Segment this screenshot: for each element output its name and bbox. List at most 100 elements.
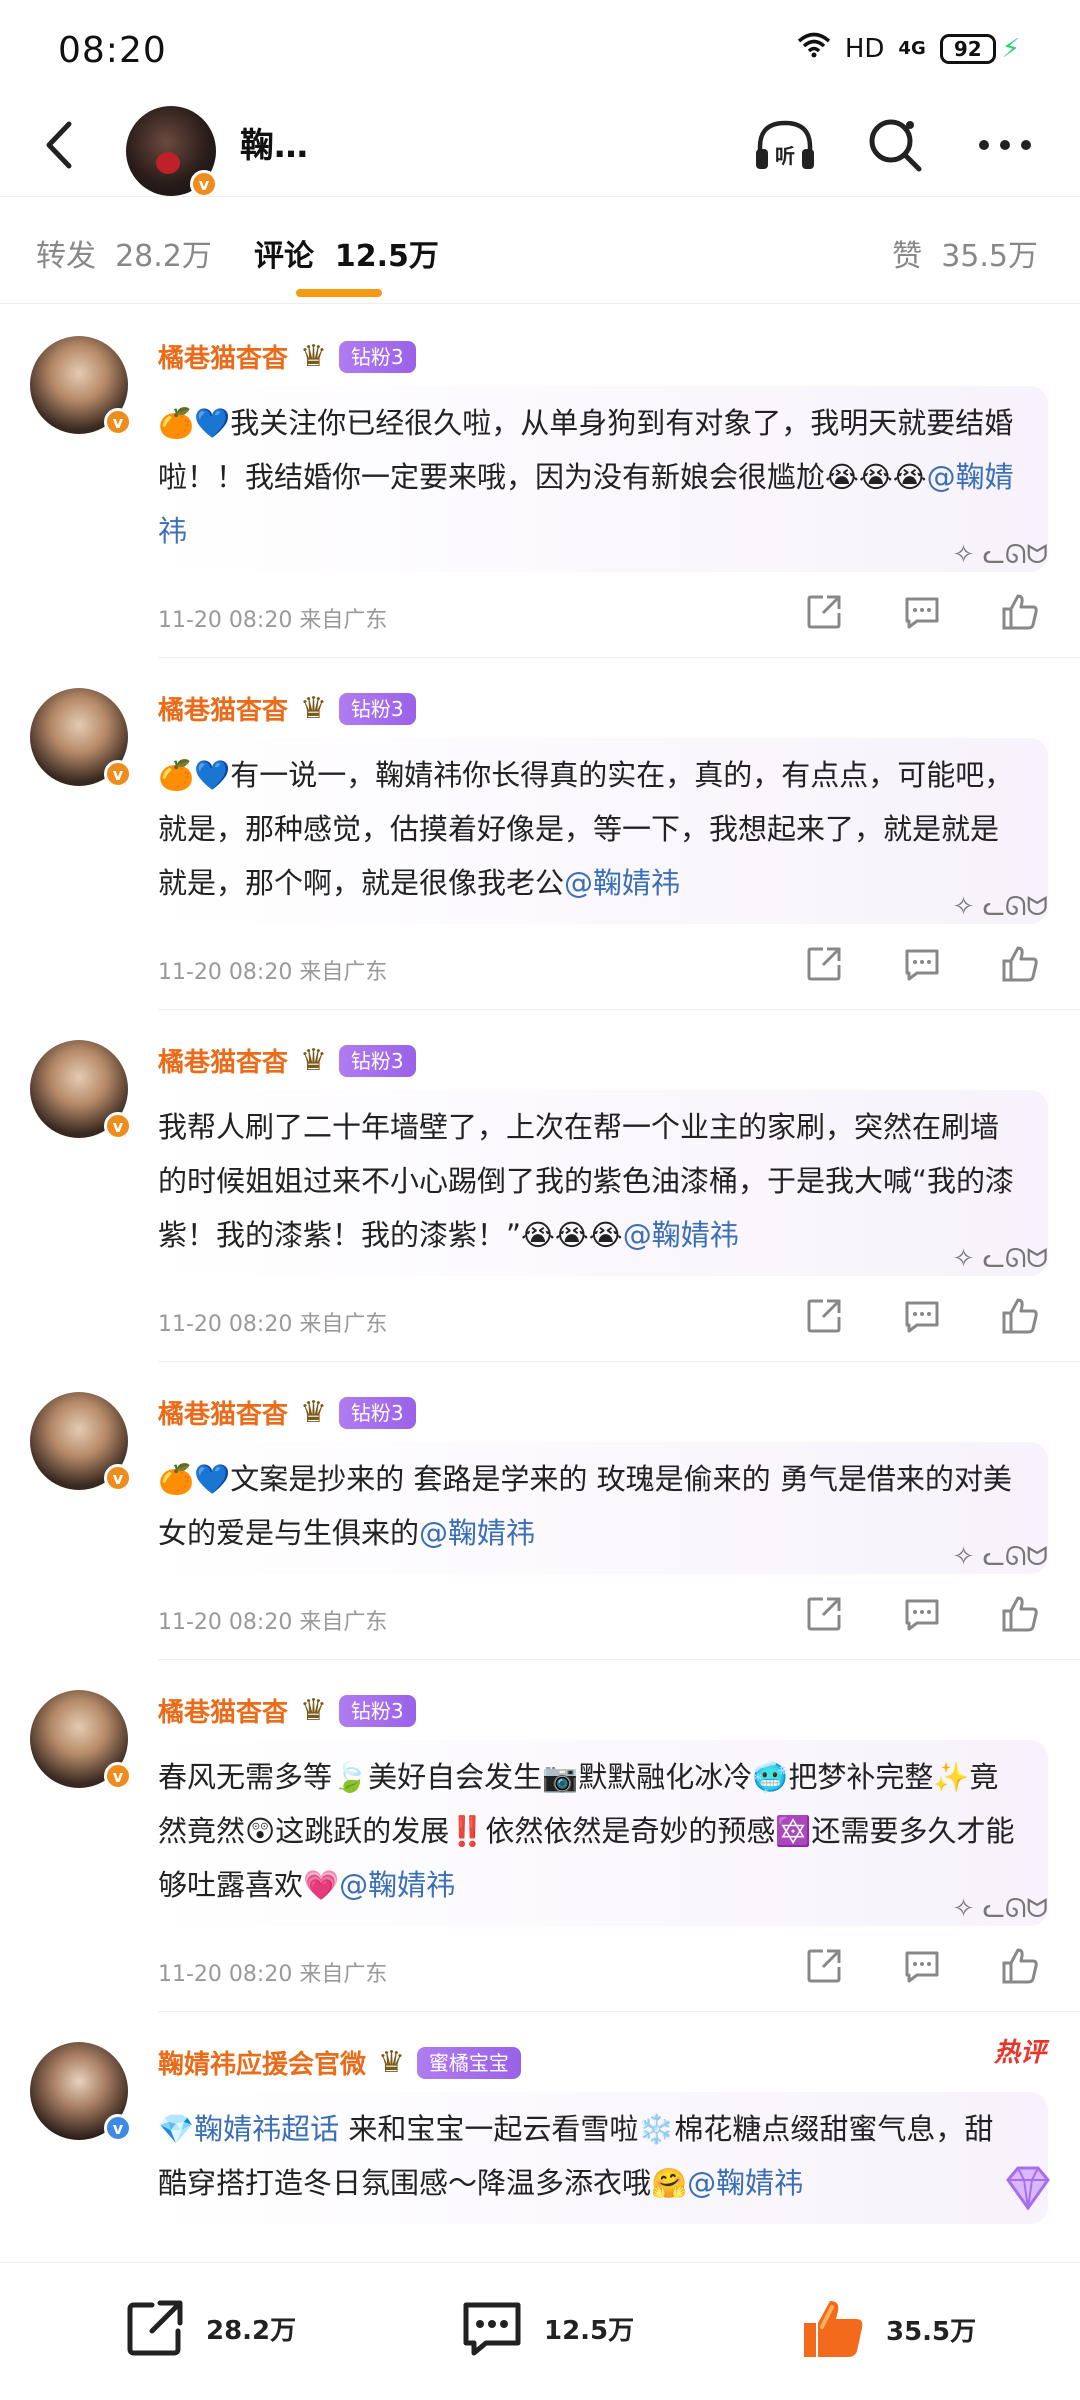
- comment-icon: [463, 2302, 521, 2356]
- user-avatar[interactable]: v: [30, 336, 132, 436]
- fan-badge[interactable]: 钻粉3: [338, 1694, 416, 1727]
- username[interactable]: 橘巷猫杳杳: [158, 338, 288, 375]
- crown-icon: ♛: [300, 691, 327, 726]
- comment-actions: [804, 944, 1040, 984]
- author-name[interactable]: 鞠…: [240, 118, 308, 167]
- comment-icon: [905, 1951, 939, 1983]
- like-button[interactable]: [1000, 592, 1040, 632]
- comment-text: 🍊💙有一说一，鞠婧祎你长得真的实在，真的，有点点，可能吧，就是，那种感觉，估摸着…: [148, 738, 1048, 924]
- author-avatar[interactable]: v: [126, 106, 218, 198]
- like-button[interactable]: [1000, 1946, 1040, 1986]
- repost-action[interactable]: 28.2万: [124, 2297, 296, 2359]
- fan-badge[interactable]: 钻粉3: [338, 692, 416, 725]
- reply-button[interactable]: [902, 1296, 942, 1336]
- diamond-gift-icon: [1006, 2166, 1050, 2211]
- comment-count: 12.5万: [544, 2315, 635, 2346]
- tab-likes[interactable]: 赞 35.5万: [892, 231, 1038, 275]
- share-icon: [807, 947, 841, 981]
- share-button[interactable]: [804, 1594, 844, 1634]
- fan-badge[interactable]: 钻粉3: [338, 1396, 416, 1429]
- mention-link[interactable]: @鞠婧祎: [623, 1218, 739, 1252]
- comment-item: v 橘巷猫杳杳 ♛ 钻粉3 🍊💙有一说一，鞠婧祎你长得真的实在，真的，有点点，可…: [0, 658, 1080, 1010]
- crown-icon: ♛: [300, 1693, 327, 1728]
- like-button[interactable]: [1000, 944, 1040, 984]
- user-avatar[interactable]: v: [30, 688, 132, 788]
- fan-badge[interactable]: 钻粉3: [338, 1044, 416, 1077]
- share-button[interactable]: [804, 1296, 844, 1336]
- user-avatar[interactable]: v: [30, 1392, 132, 1492]
- crown-icon: ♛: [300, 339, 327, 374]
- header: v 鞠… 听: [0, 100, 1080, 198]
- comment-content: 🍊💙文案是抄来的 套路是学来的 玫瑰是偷来的 勇气是借来的对美女的爱是与生俱来的: [158, 1462, 1012, 1550]
- more-icon: [979, 140, 1031, 150]
- verified-icon: v: [104, 2114, 132, 2142]
- thumbs-up-icon: [1002, 1298, 1038, 1334]
- charging-icon: ⚡: [1001, 33, 1020, 64]
- network-label: HD: [844, 33, 885, 64]
- mention-link[interactable]: @鞠婧祎: [687, 2166, 803, 2200]
- comment-header: 橘巷猫杳杳 ♛ 钻粉3: [158, 690, 416, 727]
- reply-button[interactable]: [902, 1946, 942, 1986]
- like-button[interactable]: [1000, 1296, 1040, 1336]
- comment-icon: [905, 597, 939, 629]
- user-avatar[interactable]: v: [30, 2042, 132, 2142]
- share-button[interactable]: [804, 592, 844, 632]
- comment-meta: 11-20 08:20 来自广东: [158, 960, 388, 985]
- bottom-action-bar: 28.2万 12.5万 35.5万: [0, 2262, 1080, 2400]
- comment-actions: [804, 1594, 1040, 1634]
- fan-badge[interactable]: 钻粉3: [338, 340, 416, 373]
- fan-badge[interactable]: 蜜橘宝宝: [416, 2046, 521, 2079]
- reply-button[interactable]: [902, 1594, 942, 1634]
- tab-comments-label: 评论: [254, 239, 314, 274]
- header-actions: 听: [750, 110, 1040, 180]
- reply-button[interactable]: [902, 944, 942, 984]
- comment-text: 我帮人刷了二十年墙壁了，上次在帮一个业主的家刷，突然在刷墙的时候姐姐过来不小心踢…: [148, 1090, 1048, 1276]
- reply-button[interactable]: [902, 592, 942, 632]
- share-button[interactable]: [804, 944, 844, 984]
- like-button[interactable]: [1000, 1594, 1040, 1634]
- hot-comment-item: v 鞠婧祎应援会官微 ♛ 蜜橘宝宝 热评 💎鞠婧祎超话 来和宝宝一起云看雪啦❄️…: [0, 2012, 1080, 2262]
- topic-link[interactable]: 💎鞠婧祎超话: [158, 2112, 339, 2146]
- tab-likes-label: 赞: [892, 239, 923, 274]
- share-button[interactable]: [804, 1946, 844, 1986]
- search-button[interactable]: [860, 110, 930, 180]
- username[interactable]: 鞠婧祎应援会官微: [158, 2044, 366, 2081]
- comment-action[interactable]: 12.5万: [460, 2297, 634, 2359]
- search-icon: [869, 119, 922, 172]
- username[interactable]: 橘巷猫杳杳: [158, 1692, 288, 1729]
- verified-icon: v: [104, 408, 132, 436]
- comment-content: 我帮人刷了二十年墙壁了，上次在帮一个业主的家刷，突然在刷墙的时候姐姐过来不小心踢…: [158, 1110, 1015, 1252]
- comment-item: v 橘巷猫杳杳 ♛ 钻粉3 我帮人刷了二十年墙壁了，上次在帮一个业主的家刷，突然…: [0, 1010, 1080, 1362]
- username[interactable]: 橘巷猫杳杳: [158, 1042, 288, 1079]
- verified-icon: v: [190, 170, 218, 198]
- crown-icon: ♛: [300, 1395, 327, 1430]
- comment-header: 橘巷猫杳杳 ♛ 钻粉3: [158, 1692, 416, 1729]
- share-icon: [127, 2300, 183, 2356]
- back-button[interactable]: [28, 110, 88, 180]
- sparkle-cat-icon: ✧ ᓚᘏᗢ: [952, 1894, 1048, 1924]
- username[interactable]: 橘巷猫杳杳: [158, 690, 288, 727]
- sparkle-cat-icon: ✧ ᓚᘏᗢ: [952, 1542, 1048, 1572]
- tab-repost[interactable]: 转发 28.2万: [36, 231, 212, 275]
- wifi-icon: [797, 32, 831, 65]
- comment-content: 春风无需多等🍃美好自会发生📷默默融化冰冷🥶把梦补完整✨竟然竟然😲这跳跃的发展‼️…: [158, 1760, 1015, 1902]
- crown-icon: ♛: [378, 2045, 405, 2080]
- crown-icon: ♛: [300, 1043, 327, 1078]
- user-avatar[interactable]: v: [30, 1690, 132, 1790]
- username[interactable]: 橘巷猫杳杳: [158, 1394, 288, 1431]
- verified-icon: v: [104, 760, 132, 788]
- comment-item: v 橘巷猫杳杳 ♛ 钻粉3 🍊💙文案是抄来的 套路是学来的 玫瑰是偷来的 勇气是…: [0, 1362, 1080, 1660]
- comment-meta: 11-20 08:20 来自广东: [158, 608, 388, 633]
- more-button[interactable]: [970, 110, 1040, 180]
- user-avatar[interactable]: v: [30, 1040, 132, 1140]
- mention-link[interactable]: @鞠婧祎: [339, 1868, 455, 1902]
- like-action[interactable]: 35.5万: [800, 2297, 976, 2361]
- mention-link[interactable]: @鞠婧祎: [564, 866, 680, 900]
- signal-label: 4G: [898, 38, 926, 59]
- comment-text: 🍊💙文案是抄来的 套路是学来的 玫瑰是偷来的 勇气是借来的对美女的爱是与生俱来的…: [148, 1442, 1048, 1574]
- thumbs-up-icon: [1002, 594, 1038, 630]
- thumbs-up-icon: [1002, 1948, 1038, 1984]
- tab-comments[interactable]: 评论 12.5万: [254, 231, 439, 275]
- listen-button[interactable]: 听: [750, 110, 820, 180]
- mention-link[interactable]: @鞠婧祎: [419, 1516, 535, 1550]
